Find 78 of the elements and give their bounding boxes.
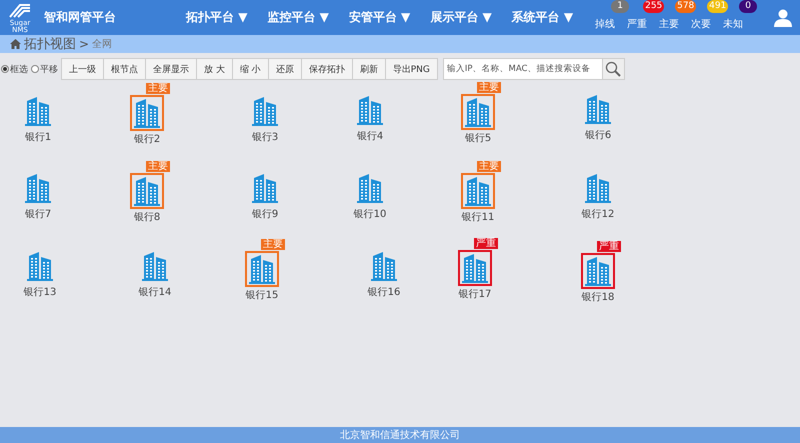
mode-radio[interactable]: 框选 — [1, 62, 28, 76]
alarm-count[interactable]: 255 — [643, 0, 664, 13]
toolbar-button[interactable]: 放 大 — [196, 58, 233, 80]
building-icon — [461, 253, 489, 283]
alarm-label: 主要 — [659, 19, 680, 30]
node-label: 银行7 — [24, 208, 52, 221]
node-label: 银行4 — [356, 130, 384, 143]
toolbar-button[interactable]: 保存拓扑 — [300, 58, 353, 80]
building-icon — [141, 251, 169, 281]
alarm-label: 掉线 — [595, 19, 616, 30]
alarm-tag: 主要 — [477, 161, 501, 172]
alarm-count[interactable]: 578 — [675, 0, 696, 13]
node-label: 银行9 — [252, 208, 278, 221]
node-label: 银行12 — [582, 208, 614, 221]
alarm-tag: 主要 — [146, 83, 170, 94]
nav-menu[interactable]: 展示平台 ▼ — [430, 9, 492, 26]
nav-menu[interactable]: 安管平台 ▼ — [348, 9, 410, 26]
node-label: 银行6 — [584, 129, 612, 142]
node-label: 银行2 — [134, 133, 160, 146]
building-icon — [584, 256, 612, 286]
breadcrumb-title: 拓扑视图 — [24, 36, 76, 53]
building-icon — [251, 96, 279, 126]
footer-text: 北京智和信通技术有限公司 — [340, 428, 460, 442]
building-icon — [24, 173, 52, 203]
building-icon — [464, 97, 492, 127]
node-label: 银行3 — [252, 131, 278, 144]
building-icon — [251, 173, 279, 203]
toolbar-button[interactable]: 上一级 — [61, 58, 104, 80]
mode-radio[interactable]: 平移 — [31, 62, 58, 76]
alarm-tag: 主要 — [146, 161, 170, 172]
app-title: 智和网管平台 — [44, 9, 117, 26]
node-label: 银行5 — [464, 132, 492, 145]
building-icon — [133, 176, 161, 206]
search-button[interactable] — [602, 58, 625, 80]
home-icon[interactable] — [10, 39, 21, 49]
alarm-label: 未知 — [723, 19, 744, 30]
building-icon — [356, 95, 384, 125]
breadcrumb-separator: > — [79, 37, 90, 51]
building-icon — [26, 251, 54, 281]
building-icon — [24, 96, 52, 126]
node-label: 银行13 — [24, 286, 56, 299]
node-label: 银行1 — [24, 131, 52, 144]
alarm-tag: 主要 — [261, 239, 285, 250]
toolbar-button[interactable]: 还原 — [268, 58, 302, 80]
node-label: 银行11 — [462, 211, 494, 224]
building-icon — [248, 254, 276, 284]
node-label: 银行15 — [246, 289, 278, 302]
building-icon — [356, 173, 384, 203]
search-field[interactable]: 输入IP、名称、MAC、描述搜索设备 — [442, 58, 603, 80]
alarm-count[interactable]: 1 — [611, 0, 630, 13]
breadcrumb-link[interactable]: 全网 — [92, 37, 112, 51]
node-label: 银行14 — [138, 286, 172, 299]
toolbar-button[interactable]: 导出PNG — [384, 58, 438, 80]
toolbar-button[interactable]: 全屏显示 — [145, 58, 197, 80]
nav-menu[interactable]: 系统平台 ▼ — [512, 9, 574, 26]
node-label: 银行16 — [368, 286, 400, 299]
nav-menu[interactable]: 监控平台 ▼ — [267, 9, 329, 26]
node-label: 银行17 — [458, 288, 492, 301]
alarm-label: 次要 — [691, 19, 712, 30]
building-icon — [584, 94, 612, 124]
alarm-label: 严重 — [627, 19, 648, 30]
toolbar-button[interactable]: 缩 小 — [232, 58, 269, 80]
toolbar-button[interactable]: 根节点 — [103, 58, 146, 80]
node-label: 银行10 — [354, 208, 386, 221]
alarm-tag: 严重 — [597, 241, 621, 252]
toolbar-button[interactable]: 刷新 — [352, 58, 386, 80]
building-icon — [133, 98, 161, 128]
building-icon — [464, 176, 492, 206]
alarm-count[interactable]: 0 — [739, 0, 758, 13]
search-icon — [605, 61, 622, 77]
node-label: 银行8 — [134, 211, 160, 224]
alarm-tag: 严重 — [474, 238, 498, 249]
node-label: 银行18 — [582, 291, 614, 304]
building-icon — [370, 251, 398, 281]
user-icon[interactable] — [774, 8, 792, 26]
building-icon — [584, 173, 612, 203]
nav-menu[interactable]: 拓扑平台 ▼ — [186, 9, 248, 26]
alarm-tag: 主要 — [477, 82, 501, 93]
